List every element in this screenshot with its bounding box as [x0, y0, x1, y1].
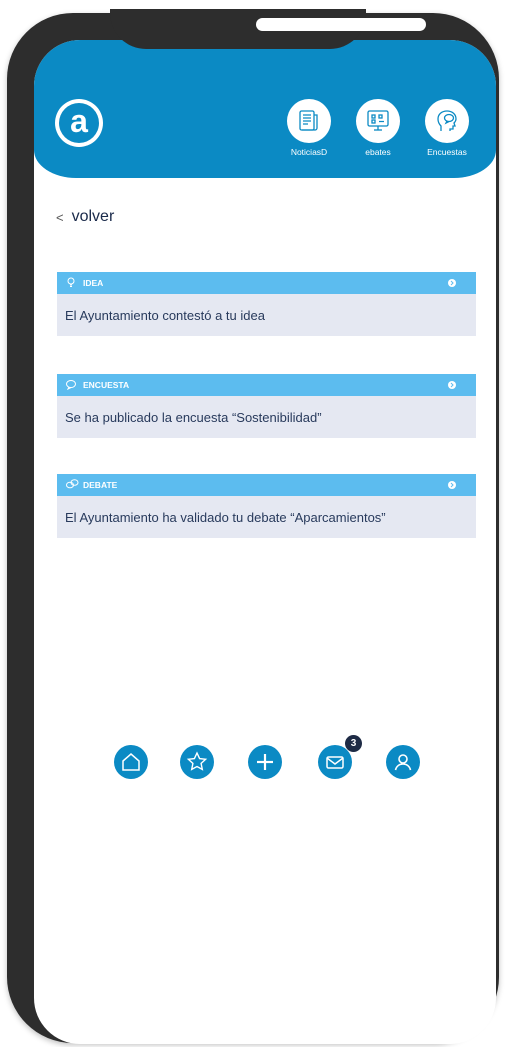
notification-card[interactable]: DEBATE El Ayuntamiento ha validado tu de…	[57, 474, 476, 538]
tab-add[interactable]	[248, 745, 282, 779]
newspaper-icon	[287, 99, 331, 143]
user-icon	[394, 754, 412, 771]
notification-card[interactable]: IDEA El Ayuntamiento contestó a tu idea	[57, 272, 476, 336]
chat-bubbles-icon	[65, 478, 79, 492]
notification-type: IDEA	[83, 278, 104, 288]
notification-header: IDEA	[57, 272, 476, 294]
chevron-left-icon: <	[56, 209, 64, 225]
nav-noticias-label: NoticiasD	[290, 147, 328, 157]
nav-debates-label: ebates	[365, 147, 391, 157]
chevron-right-icon[interactable]	[448, 481, 456, 489]
chevron-right-icon[interactable]	[448, 279, 456, 287]
tab-favorites[interactable]	[180, 745, 214, 779]
tab-home[interactable]	[114, 745, 148, 779]
phone-frame: a NoticiasD ebates Encuestas < volver ID…	[7, 9, 499, 1044]
plus-icon	[257, 754, 273, 770]
nav-debates[interactable]: ebates	[356, 99, 400, 157]
phone-notch	[110, 9, 426, 49]
notification-text: El Ayuntamiento ha validado tu debate “A…	[57, 496, 476, 538]
survey-head-icon	[425, 99, 469, 143]
notification-type: DEBATE	[83, 480, 118, 490]
notification-text: El Ayuntamiento contestó a tu idea	[57, 294, 476, 336]
back-label: volver	[71, 208, 115, 225]
speaker-grille	[256, 18, 426, 31]
star-icon	[186, 751, 208, 771]
mail-count-badge: 3	[345, 735, 362, 752]
notification-card[interactable]: ENCUESTA Se ha publicado la encuesta “So…	[57, 374, 476, 438]
nav-noticias[interactable]: NoticiasD	[287, 99, 331, 157]
app-header: a NoticiasD ebates Encuestas	[34, 40, 496, 178]
lightbulb-icon	[65, 276, 79, 290]
chevron-right-icon[interactable]	[448, 381, 456, 389]
logo-icon: a	[59, 103, 99, 143]
logo-letter: a	[70, 103, 88, 139]
notification-text: Se ha publicado la encuesta “Sostenibili…	[57, 396, 476, 438]
tab-messages[interactable]	[318, 745, 352, 779]
nav-encuestas[interactable]: Encuestas	[425, 99, 469, 157]
home-icon	[122, 753, 140, 771]
nav-encuestas-label: Encuestas	[427, 147, 467, 157]
mail-icon	[326, 756, 344, 769]
notification-type: ENCUESTA	[83, 380, 130, 390]
back-link[interactable]: < volver	[56, 208, 114, 226]
tab-profile[interactable]	[386, 745, 420, 779]
debate-board-icon	[356, 99, 400, 143]
notification-header: DEBATE	[57, 474, 476, 496]
app-logo[interactable]: a	[55, 99, 103, 147]
notification-header: ENCUESTA	[57, 374, 476, 396]
survey-icon	[65, 378, 79, 392]
phone-screen: a NoticiasD ebates Encuestas < volver ID…	[34, 40, 496, 1044]
